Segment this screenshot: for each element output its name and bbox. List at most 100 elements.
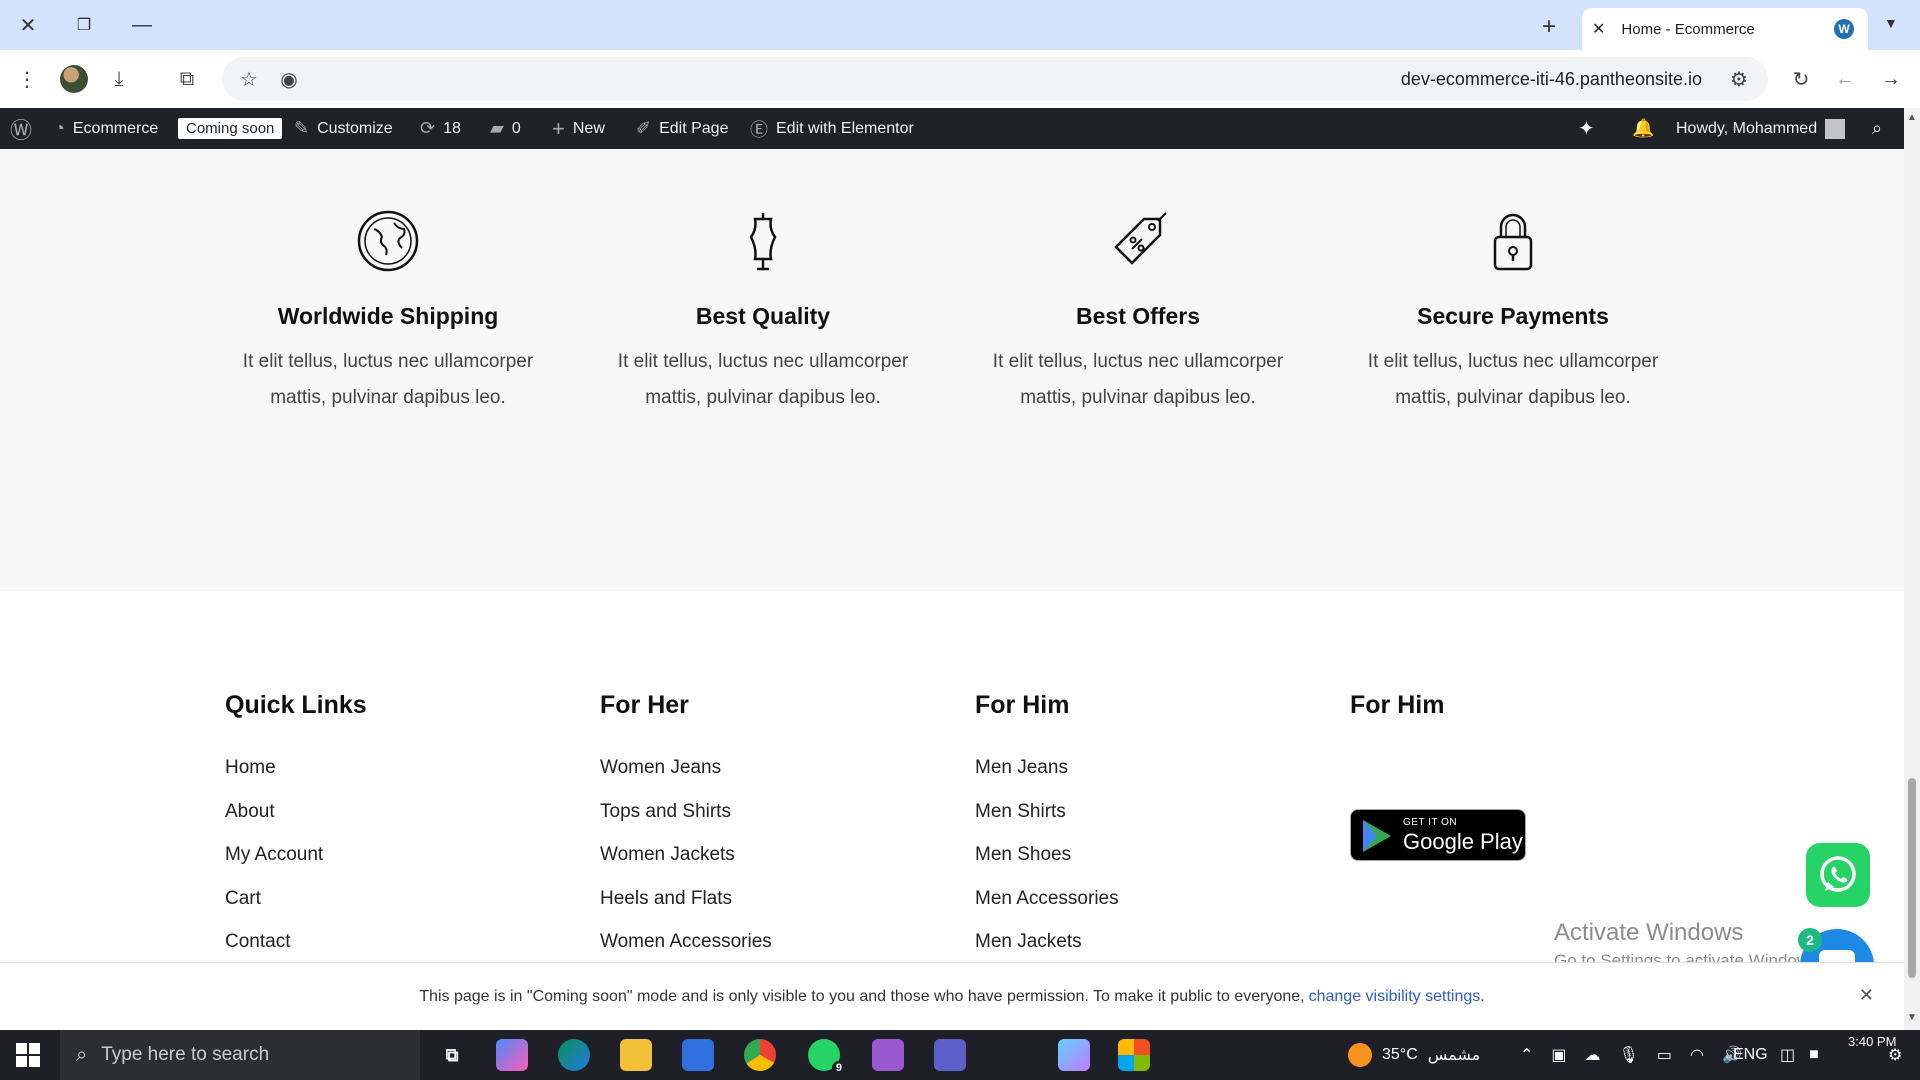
page-content: Worldwide Shipping It elit tellus, luctu… — [0, 149, 1904, 992]
eye-slash-icon[interactable]: ◉ — [274, 64, 304, 94]
chrome-icon[interactable] — [744, 1039, 776, 1071]
footer-link-women-jackets[interactable]: Women Jackets — [600, 833, 930, 877]
coming-soon-badge[interactable]: Coming soon — [178, 108, 283, 149]
settings-gear-icon[interactable]: ⚙ — [1888, 1030, 1902, 1080]
feature-worldwide-shipping: Worldwide Shipping It elit tellus, luctu… — [223, 209, 553, 416]
task-view-icon[interactable]: ⧉ — [436, 1039, 468, 1071]
browser-menu-icon[interactable]: ⋮ — [12, 64, 42, 94]
close-window-icon[interactable]: ✕ — [14, 12, 42, 38]
footer-link-my-account[interactable]: My Account — [225, 833, 555, 877]
dashboard-icon: ◔ — [54, 118, 65, 138]
footer-link-men-shirts[interactable]: Men Shirts — [975, 790, 1305, 834]
file-explorer-icon[interactable] — [620, 1039, 652, 1071]
language-indicator[interactable]: ENG — [1733, 1030, 1768, 1080]
copilot-icon[interactable] — [496, 1039, 528, 1071]
footer-link-cart[interactable]: Cart — [225, 877, 555, 921]
footer-for-her: For Her Women Jeans Tops and Shirts Wome… — [600, 691, 930, 964]
chevron-up-icon[interactable]: ⌃ — [1520, 1045, 1533, 1065]
cloud-icon[interactable]: ☁ — [1585, 1045, 1601, 1065]
forward-icon[interactable]: → — [1876, 64, 1906, 94]
address-bar[interactable]: ☆ ◉ dev-ecommerce-iti-46.pantheonsite.io… — [222, 57, 1768, 101]
updates-button[interactable]: ⟳ 18 — [420, 108, 461, 149]
feature-description: It elit tellus, luctus nec ullamcorper ma… — [617, 351, 909, 408]
tab-close-icon[interactable]: ✕ — [1592, 19, 1605, 39]
microsoft-store-icon[interactable] — [682, 1039, 714, 1071]
minimize-window-icon[interactable]: — — [128, 12, 156, 38]
page-scrollbar[interactable]: ▲ ▼ — [1904, 108, 1920, 1030]
account-menu[interactable]: Howdy, Mohammed — [1676, 108, 1846, 149]
change-visibility-link[interactable]: change visibility settings — [1309, 988, 1481, 1006]
profile-avatar[interactable] — [60, 65, 88, 93]
footer-link-home[interactable]: Home — [225, 746, 555, 790]
extensions-icon[interactable]: ⧉ — [172, 64, 202, 94]
teams-icon[interactable] — [934, 1039, 966, 1071]
scrollbar-thumb[interactable] — [1908, 778, 1916, 978]
google-play-button[interactable]: GET IT ON Google Play — [1350, 809, 1526, 861]
new-tab-button[interactable]: + — [1542, 13, 1556, 41]
system-tray-icons: ⌃ ▣ ☁ 🎙 ▭ ◠ 🔊 — [1520, 1030, 1742, 1080]
footer-link-tops-shirts[interactable]: Tops and Shirts — [600, 790, 930, 834]
close-icon[interactable]: ✕ — [1859, 985, 1874, 1006]
app-icon[interactable] — [872, 1039, 904, 1071]
notification-bell-icon[interactable]: 🔔 — [1632, 108, 1654, 149]
video-icon[interactable]: ■ — [1809, 1046, 1819, 1064]
footer-link-men-accessories[interactable]: Men Accessories — [975, 877, 1305, 921]
footer-link-women-accessories[interactable]: Women Accessories — [600, 920, 930, 964]
feature-best-quality: Best Quality It elit tellus, luctus nec … — [598, 209, 928, 416]
browser-tab-strip: ✕ ❐ — + ✕ Home - Ecommerce W ▼ — [0, 0, 1920, 50]
wordpress-logo-icon[interactable]: Ⓦ — [10, 108, 32, 149]
weather-widget[interactable]: 35°C مشمس — [1348, 1030, 1480, 1080]
taskbar-search[interactable]: ⌕ Type here to search — [60, 1030, 420, 1080]
edge-icon[interactable] — [558, 1039, 590, 1071]
battery-icon[interactable]: ▭ — [1657, 1045, 1672, 1065]
feature-best-offers: Best Offers It elit tellus, luctus nec u… — [973, 209, 1303, 416]
edit-elementor-button[interactable]: Ⓔ Edit with Elementor — [750, 108, 914, 149]
new-content-button[interactable]: + New — [552, 108, 605, 149]
microphone-icon[interactable]: 🎙 — [1619, 1045, 1639, 1065]
footer-link-heels-flats[interactable]: Heels and Flats — [600, 877, 930, 921]
footer-link-men-shoes[interactable]: Men Shoes — [975, 833, 1305, 877]
footer-link-men-jackets[interactable]: Men Jackets — [975, 920, 1305, 964]
windows-start-icon[interactable] — [16, 1043, 40, 1067]
whatsapp-taskbar-icon[interactable]: 9 — [808, 1039, 846, 1075]
whatsapp-taskbar-badge: 9 — [831, 1061, 846, 1075]
screenshot-icon[interactable]: ◫ — [1780, 1045, 1795, 1065]
footer-link-contact[interactable]: Contact — [225, 920, 555, 964]
windows-taskbar: ⌕ Type here to search ⧉ 9 35°C مشمس ⌃ ▣ … — [0, 1030, 1920, 1080]
feature-title: Best Offers — [1076, 303, 1200, 329]
bookmark-star-icon[interactable]: ☆ — [234, 64, 264, 94]
wp-admin-bar: Ⓦ ◔ Ecommerce Coming soon ✎ Customize ⟳ … — [0, 108, 1904, 149]
google-play-icon-inner — [1363, 820, 1377, 852]
site-name: Ecommerce — [72, 119, 159, 137]
footer-link-men-jeans[interactable]: Men Jeans — [975, 746, 1305, 790]
comments-button[interactable]: ▰ 0 — [490, 108, 521, 149]
notice-end: . — [1480, 987, 1485, 1005]
download-icon[interactable]: ⤓ — [104, 64, 134, 94]
back-icon[interactable]: ← — [1830, 64, 1860, 94]
whatsapp-button[interactable] — [1806, 843, 1870, 907]
url-text[interactable]: dev-ecommerce-iti-46.pantheonsite.io — [1401, 69, 1702, 90]
google-play-big-text: Google Play — [1403, 829, 1523, 854]
reload-icon[interactable]: ↻ — [1786, 64, 1816, 94]
footer-link-about[interactable]: About — [225, 790, 555, 834]
footer-link-women-jeans[interactable]: Women Jeans — [600, 746, 930, 790]
coming-soon-notice: This page is in "Coming soon" mode and i… — [0, 962, 1904, 1030]
edit-elementor-label: Edit with Elementor — [776, 119, 914, 137]
wifi-icon[interactable]: ◠ — [1690, 1045, 1704, 1065]
ai-sparkle-icon[interactable]: ✦ — [1578, 108, 1595, 149]
office-icon[interactable] — [1118, 1039, 1150, 1071]
camera-icon[interactable]: ▣ — [1551, 1045, 1566, 1065]
site-settings-icon[interactable]: ⚙ — [1724, 64, 1754, 94]
customize-button[interactable]: ✎ Customize — [294, 108, 393, 149]
tab-search-chevron-icon[interactable]: ▼ — [1884, 15, 1898, 31]
browser-tab[interactable]: ✕ Home - Ecommerce W — [1582, 8, 1868, 50]
scroll-down-icon[interactable]: ▼ — [1907, 1012, 1917, 1023]
scroll-up-icon[interactable]: ▲ — [1907, 112, 1917, 123]
restore-window-icon[interactable]: ❐ — [70, 12, 98, 38]
edit-page-button[interactable]: ✐ Edit Page — [636, 108, 728, 149]
search-icon[interactable]: ⌕ — [1872, 108, 1882, 149]
site-name-menu[interactable]: ◔ Ecommerce — [54, 108, 158, 149]
new-label: New — [572, 119, 605, 137]
app-cube-icon[interactable] — [1058, 1039, 1090, 1071]
google-play-small-text: GET IT ON — [1403, 817, 1458, 828]
